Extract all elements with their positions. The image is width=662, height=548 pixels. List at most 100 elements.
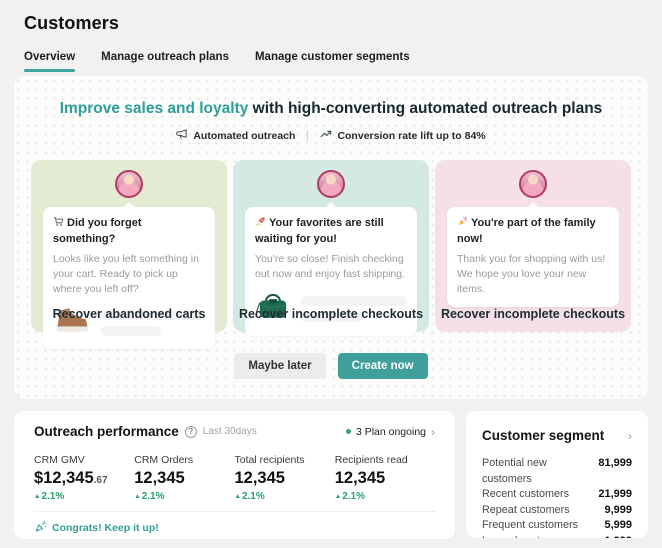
plan-ongoing-label: 3 Plan ongoing (356, 426, 426, 438)
bubble-body: Thank you for shopping with us! We hope … (457, 252, 609, 298)
page-title: Customers (0, 0, 662, 34)
segment-row: Recent customers 21,999 (482, 487, 632, 503)
arrow-up-icon: ▲ (335, 493, 341, 500)
bubble-title-text: You're part of the family now! (457, 217, 596, 245)
message-bubble: You're part of the family now! Thank you… (447, 207, 619, 307)
metric-value: 12,345 (235, 469, 335, 488)
segment-label: Lapsed customers (482, 534, 570, 539)
conversion-rate-label: Conversion rate lift up to 84% (337, 130, 485, 142)
metric-label: Total recipients (235, 454, 335, 466)
metric-label: CRM GMV (34, 454, 134, 466)
segment-row: Repeat customers 9,999 (482, 503, 632, 519)
megaphone-icon (176, 128, 188, 143)
status-dot-icon (346, 429, 351, 434)
card-label: Recover incomplete checkouts (435, 307, 631, 321)
metric-total-recipients: Total recipients 12,345 ▲2.1% (235, 454, 335, 502)
recover-abandoned-carts-card: Did you forget something? Looks like you… (31, 160, 227, 332)
segment-list: Potential new customers 81,999 Recent cu… (482, 456, 632, 538)
automated-outreach-label: Automated outreach (193, 130, 295, 142)
metric-value: 12,345 (134, 469, 234, 488)
arrow-up-icon: ▲ (235, 493, 241, 500)
maybe-later-button[interactable]: Maybe later (234, 353, 325, 379)
avatar (519, 170, 547, 198)
arrow-up-icon: ▲ (34, 493, 40, 500)
banner-badges: Automated outreach Conversion rate lift … (14, 128, 648, 143)
segment-value: 1,999 (604, 534, 632, 539)
bubble-body: Looks like you left something in your ca… (53, 252, 205, 298)
customer-segment-header[interactable]: Customer segment › (482, 428, 632, 443)
metric-delta: ▲2.1% (34, 491, 134, 502)
metric-label: CRM Orders (134, 454, 234, 466)
segment-label: Potential new customers (482, 456, 598, 487)
segment-label: Recent customers (482, 487, 569, 503)
bubble-title: Did you forget something? (53, 216, 205, 247)
bubble-title-text: Your favorites are still waiting for you… (255, 217, 384, 245)
tab-bar: Overview Manage outreach plans Manage cu… (24, 51, 662, 72)
segment-row: Potential new customers 81,999 (482, 456, 632, 487)
create-now-button[interactable]: Create now (338, 353, 428, 379)
metric-delta: ▲2.1% (134, 491, 234, 502)
metric-crm-orders: CRM Orders 12,345 ▲2.1% (134, 454, 234, 502)
trend-up-icon (320, 128, 332, 143)
placeholder-bar (101, 326, 161, 336)
party-popper-icon (34, 520, 47, 536)
banner-actions: Maybe later Create now (14, 353, 648, 379)
metric-crm-gmv: CRM GMV $12,345.67 ▲2.1% (34, 454, 134, 502)
badge-divider (307, 130, 308, 142)
segment-value: 9,999 (604, 503, 632, 519)
metric-value: 12,345 (335, 469, 435, 488)
chevron-right-icon: › (431, 426, 435, 438)
new-customer-welcome-card: You're part of the family now! Thank you… (435, 160, 631, 332)
segment-row: Frequent customers 5,999 (482, 518, 632, 534)
bottom-panels: Outreach performance ? Last 30days 3 Pla… (14, 411, 648, 539)
segment-row: Lapsed customers 1,999 (482, 534, 632, 539)
segment-label: Frequent customers (482, 518, 578, 534)
question-circle-icon[interactable]: ? (185, 426, 197, 438)
plan-ongoing-link[interactable]: 3 Plan ongoing › (346, 426, 435, 438)
party-popper-icon (457, 216, 468, 232)
promo-banner: Improve sales and loyalty with high-conv… (14, 76, 648, 399)
tab-overview[interactable]: Overview (24, 51, 75, 72)
period-label: Last 30days (203, 426, 257, 437)
conversion-rate-badge: Conversion rate lift up to 84% (320, 128, 485, 143)
segment-label: Repeat customers (482, 503, 570, 519)
promo-cards: Did you forget something? Looks like you… (14, 160, 648, 332)
metric-recipients-read: Recipients read 12,345 ▲2.1% (335, 454, 435, 502)
cart-icon (53, 216, 64, 232)
bubble-title-text: Did you forget something? (53, 217, 142, 245)
avatar (115, 170, 143, 198)
metric-cents: .67 (94, 475, 108, 486)
customer-segment-panel: Customer segment › Potential new custome… (466, 411, 648, 538)
card-label: Recover abandoned carts (31, 307, 227, 321)
metric-delta: ▲2.1% (335, 491, 435, 502)
outreach-performance-panel: Outreach performance ? Last 30days 3 Pla… (14, 411, 455, 539)
avatar (317, 170, 345, 198)
automated-outreach-badge: Automated outreach (176, 128, 295, 143)
bubble-body: You're so close! Finish checking out now… (255, 252, 407, 282)
segment-value: 81,999 (598, 456, 632, 472)
customers-page: Customers Overview Manage outreach plans… (0, 0, 662, 548)
congrats-label: Congrats! Keep it up! (52, 522, 159, 534)
segment-value: 5,999 (604, 518, 632, 534)
placeholder-bar (301, 296, 407, 306)
tab-manage-customer-segments[interactable]: Manage customer segments (255, 51, 410, 72)
bubble-title: Your favorites are still waiting for you… (255, 216, 407, 247)
message-bubble: Did you forget something? Looks like you… (43, 207, 215, 349)
arrow-up-icon: ▲ (134, 493, 140, 500)
metric-value: $12,345.67 (34, 469, 134, 488)
segment-value: 21,999 (598, 487, 632, 503)
outreach-metrics: CRM GMV $12,345.67 ▲2.1% CRM Orders 12,3… (34, 454, 435, 502)
metric-delta: ▲2.1% (235, 491, 335, 502)
customer-segment-title: Customer segment (482, 428, 604, 443)
outreach-performance-title: Outreach performance (34, 424, 179, 439)
banner-title-rest: with high-converting automated outreach … (248, 100, 602, 117)
card-label: Recover incomplete checkouts (233, 307, 429, 321)
rocket-icon (255, 216, 266, 232)
congrats-message: Congrats! Keep it up! (34, 520, 435, 536)
tab-manage-outreach-plans[interactable]: Manage outreach plans (101, 51, 229, 72)
chevron-right-icon: › (628, 430, 632, 442)
bubble-title: You're part of the family now! (457, 216, 609, 247)
banner-title-highlight: Improve sales and loyalty (60, 100, 249, 117)
recover-incomplete-checkouts-card: Your favorites are still waiting for you… (233, 160, 429, 332)
metric-label: Recipients read (335, 454, 435, 466)
